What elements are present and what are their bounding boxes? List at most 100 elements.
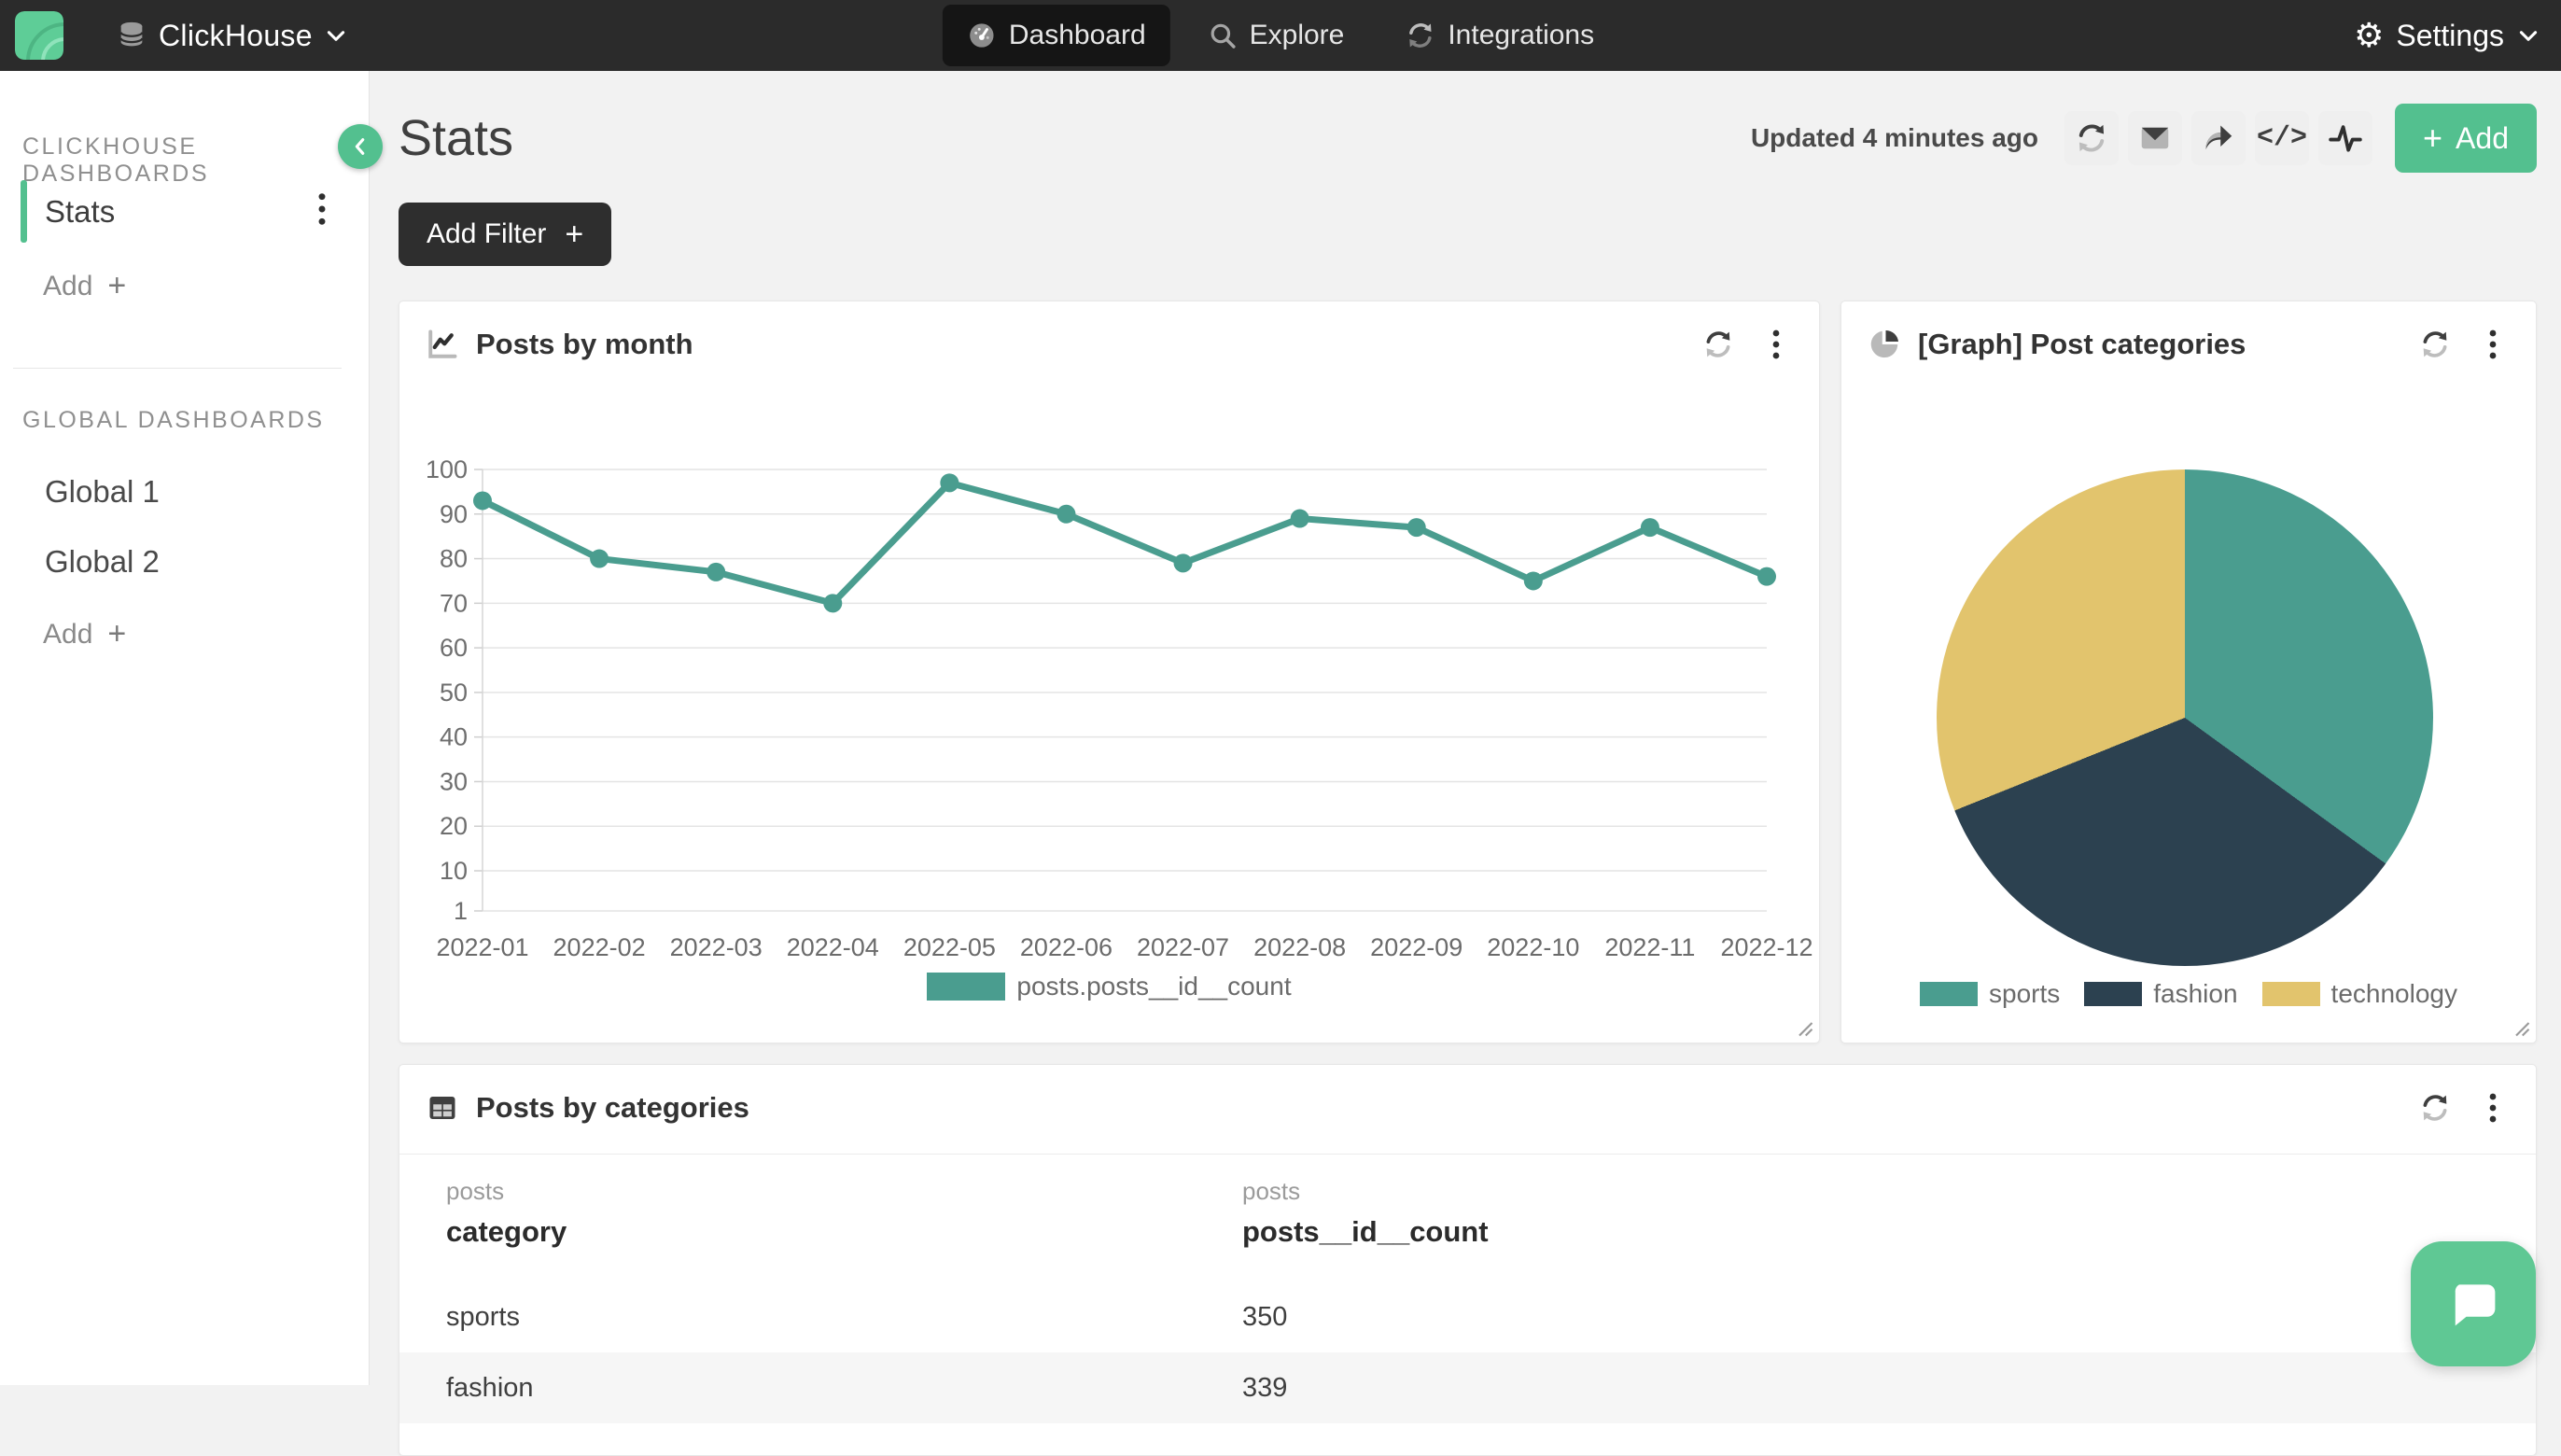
tab-integrations[interactable]: Integrations — [1381, 5, 1618, 66]
tile-menu-button[interactable] — [2472, 324, 2513, 365]
svg-text:2022-10: 2022-10 — [1487, 933, 1579, 961]
sync-icon — [1406, 21, 1435, 50]
svg-text:40: 40 — [440, 723, 468, 751]
add-filter-label: Add Filter — [427, 218, 546, 250]
main-content: Stats Updated 4 minutes ago — [370, 71, 2561, 1385]
table-icon — [426, 1091, 459, 1125]
sidebar-add-label: Add — [43, 271, 92, 302]
tab-integrations-label: Integrations — [1448, 20, 1594, 51]
tab-explore[interactable]: Explore — [1183, 5, 1369, 66]
settings-menu[interactable]: ⚙ Settings — [2354, 0, 2540, 71]
column-header-posts-id-count[interactable]: posts posts__id__count — [1242, 1177, 2489, 1278]
refresh-icon — [2419, 1092, 2451, 1124]
svg-text:2022-03: 2022-03 — [670, 933, 763, 961]
app-logo[interactable] — [15, 11, 63, 60]
svg-text:60: 60 — [440, 634, 468, 662]
sidebar-item-stats[interactable]: Stats — [0, 180, 369, 243]
table-cell: 339 — [1242, 1373, 2489, 1404]
project-switcher[interactable]: ClickHouse — [116, 18, 348, 53]
sidebar-item-global-2[interactable]: Global 2 — [45, 544, 160, 580]
sidebar-add-global-dashboard[interactable]: Add + — [43, 616, 126, 652]
active-indicator — [21, 180, 27, 243]
sidebar-add-global-label: Add — [43, 619, 92, 651]
svg-text:2022-07: 2022-07 — [1137, 933, 1229, 961]
svg-text:2022-12: 2022-12 — [1720, 933, 1812, 961]
svg-text:2022-05: 2022-05 — [903, 933, 996, 961]
share-arrow-icon — [2202, 121, 2235, 155]
table-header-divider — [399, 1154, 2536, 1155]
chat-widget-button[interactable] — [2411, 1241, 2536, 1366]
legend-label: fashion — [2153, 979, 2237, 1009]
top-nav: ClickHouse Dashboard Explore — [0, 0, 2561, 71]
svg-text:1: 1 — [454, 897, 468, 925]
column-header-category[interactable]: posts category — [446, 1177, 1242, 1278]
refresh-icon — [2075, 121, 2108, 155]
card-title: Posts by categories — [476, 1091, 749, 1125]
chevron-down-icon — [324, 23, 348, 48]
database-icon — [116, 18, 147, 53]
share-button[interactable] — [2191, 111, 2246, 165]
plus-icon: + — [2423, 119, 2442, 158]
column-field: category — [446, 1215, 1242, 1249]
refresh-tile-button[interactable] — [2414, 1087, 2456, 1128]
code-icon: </> — [2257, 122, 2307, 154]
page-header: Stats Updated 4 minutes ago — [399, 101, 2537, 175]
column-group: posts — [446, 1177, 1242, 1206]
refresh-dashboard-button[interactable] — [2064, 111, 2119, 165]
legend-label: posts.posts__id__count — [1016, 972, 1291, 1001]
pie-legend-item[interactable]: fashion — [2084, 979, 2237, 1009]
add-filter-button[interactable]: Add Filter + — [399, 203, 611, 266]
plus-icon: + — [565, 217, 583, 253]
table-cell: 350 — [1242, 1302, 2489, 1333]
legend-label: sports — [1989, 979, 2060, 1009]
kebab-menu-icon — [2488, 1091, 2498, 1125]
pie-legend-item[interactable]: sports — [1920, 979, 2060, 1009]
add-tile-button[interactable]: + Add — [2395, 104, 2537, 173]
resize-handle-icon[interactable] — [1797, 1020, 1813, 1037]
legend-swatch — [1920, 982, 1978, 1006]
search-icon — [1208, 21, 1238, 50]
legend-swatch — [2084, 982, 2142, 1006]
embed-code-button[interactable]: </> — [2255, 111, 2309, 165]
line-chart: 10090807060504030201012022-012022-022022… — [399, 301, 1821, 1044]
svg-text:90: 90 — [440, 500, 468, 528]
line-chart-legend: posts.posts__id__count — [399, 972, 1819, 1001]
refresh-tile-button[interactable] — [2414, 324, 2456, 365]
resize-handle-icon[interactable] — [2513, 1020, 2530, 1037]
sidebar: CLICKHOUSE DASHBOARDS Stats Add + GLOBAL… — [0, 71, 370, 1385]
pie-legend-item[interactable]: technology — [2262, 979, 2457, 1009]
brand-name: ClickHouse — [159, 19, 313, 53]
mail-icon — [2138, 121, 2172, 155]
table-body: sports350fashion339 — [399, 1281, 2536, 1423]
add-tile-label: Add — [2456, 121, 2509, 156]
card-post-categories-graph: [Graph] Post categories sportsfashiontec… — [1840, 301, 2537, 1043]
tile-menu-button[interactable] — [2472, 1087, 2513, 1128]
activity-button[interactable] — [2318, 111, 2372, 165]
svg-text:100: 100 — [426, 455, 468, 483]
table-row[interactable]: sports350 — [399, 1281, 2536, 1352]
sidebar-add-dashboard[interactable]: Add + — [43, 268, 126, 304]
svg-text:2022-02: 2022-02 — [553, 933, 646, 961]
email-button[interactable] — [2128, 111, 2182, 165]
svg-text:2022-04: 2022-04 — [787, 933, 879, 961]
nav-tabs: Dashboard Explore Integrations — [943, 0, 1618, 71]
table-row[interactable]: fashion339 — [399, 1352, 2536, 1423]
nav-left: ClickHouse — [0, 11, 348, 60]
tab-explore-label: Explore — [1250, 20, 1345, 51]
legend-label: technology — [2331, 979, 2457, 1009]
tab-dashboard[interactable]: Dashboard — [943, 5, 1170, 66]
card-posts-by-month: Posts by month 1009080706050403020101202… — [399, 301, 1820, 1043]
kebab-menu-icon[interactable] — [316, 190, 328, 232]
column-group: posts — [1242, 1177, 2489, 1206]
legend-swatch — [927, 973, 1005, 1001]
activity-icon — [2328, 120, 2363, 156]
chat-bubble-icon — [2442, 1273, 2504, 1335]
pie-chart — [1937, 469, 2433, 966]
svg-text:50: 50 — [440, 679, 468, 707]
column-field: posts__id__count — [1242, 1215, 2489, 1249]
sidebar-item-global-1[interactable]: Global 1 — [45, 474, 160, 510]
page-title: Stats — [399, 109, 513, 167]
sidebar-collapse-button[interactable] — [338, 124, 383, 169]
gear-icon: ⚙ — [2354, 19, 2384, 52]
svg-text:2022-06: 2022-06 — [1020, 933, 1113, 961]
